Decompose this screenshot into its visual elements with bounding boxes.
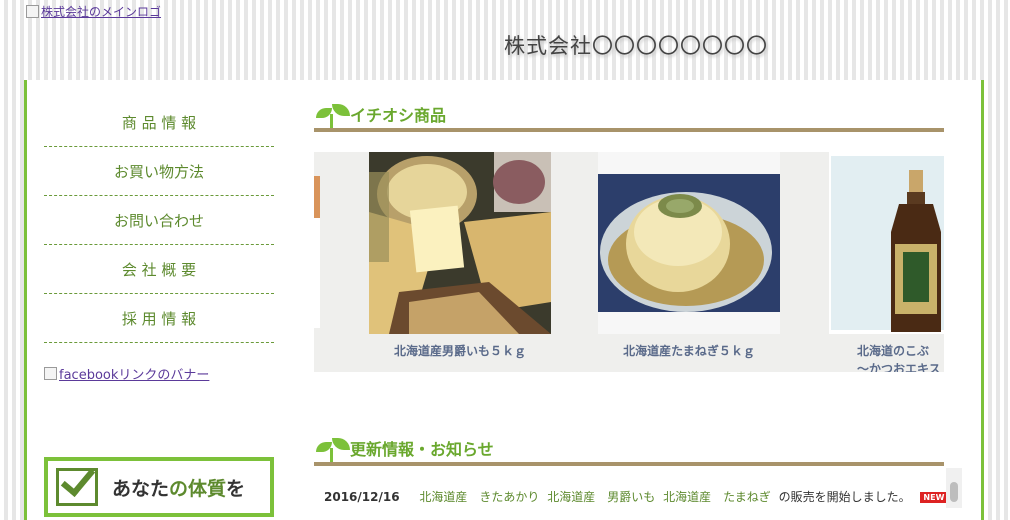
product-photo-kombu[interactable]: [829, 152, 944, 334]
news-link-danshaku[interactable]: 北海道産 男爵いも: [547, 490, 655, 504]
broken-image-icon: [26, 5, 39, 18]
featured-heading: イチオシ商品: [314, 104, 944, 132]
news-link-tamanegi[interactable]: 北海道産 たまねぎ: [663, 490, 771, 504]
news-date: 2016/12/16: [324, 490, 400, 504]
product-card-potato[interactable]: 北海道産男爵いも５ｋｇ: [369, 152, 551, 359]
news-list: 2016/12/16 北海道産 きたあかり 北海道産 男爵いも 北海道産 たまね…: [314, 468, 962, 510]
product-caption[interactable]: 北海道産男爵いも５ｋｇ: [369, 342, 551, 359]
potato-photo-svg: [369, 152, 551, 334]
carousel-edge: [314, 176, 320, 218]
news-text: の販売を開始しました。: [778, 490, 911, 504]
banner-text-part: を: [226, 477, 246, 500]
main-logo[interactable]: 株式会社のメインロゴ: [26, 3, 161, 20]
constitution-check-banner[interactable]: あなたの体質を: [44, 457, 274, 517]
nav-item-products[interactable]: 商 品 情 報: [44, 98, 274, 147]
product-card-onion[interactable]: 北海道産たまねぎ５ｋｇ: [598, 152, 780, 359]
onion-photo-svg: [598, 152, 780, 334]
news-title: 更新情報・お知らせ: [350, 440, 494, 459]
product-caption-line[interactable]: ～かつおエキス: [857, 362, 941, 372]
banner-text-part: あなた: [112, 477, 170, 500]
featured-title: イチオシ商品: [350, 106, 447, 125]
news-heading: 更新情報・お知らせ: [314, 438, 944, 466]
nav-item-company[interactable]: 会 社 概 要: [44, 245, 274, 294]
product-caption[interactable]: 北海道産たまねぎ５ｋｇ: [598, 342, 780, 359]
carousel-edge: [314, 218, 320, 328]
constitution-banner-text: あなたの体質を: [112, 474, 245, 501]
sidebar-nav: 商 品 情 報 お買い物方法 お問い合わせ 会 社 概 要 採 用 情 報: [44, 98, 274, 343]
site-title: 株式会社〇〇〇〇〇〇〇〇: [504, 34, 768, 58]
product-caption[interactable]: 北海道のこぶ ～かつおエキス: [829, 342, 944, 372]
nav-item-contact[interactable]: お問い合わせ: [44, 196, 274, 245]
featured-carousel: 北海道産男爵いも５ｋｇ 北海道産たまねぎ５ｋｇ 北海道のこぶ ～かつおエキス: [314, 152, 944, 372]
news-scrollbar[interactable]: [946, 468, 962, 508]
banner-text-part: の体質: [169, 477, 227, 500]
checkmark-icon: [56, 468, 98, 506]
news-item: 2016/12/16 北海道産 きたあかり 北海道産 男爵いも 北海道産 たまね…: [324, 488, 948, 505]
new-badge: NEW: [920, 492, 948, 503]
nav-item-how-to-buy[interactable]: お買い物方法: [44, 147, 274, 196]
sprout-icon: [314, 438, 352, 462]
scrollbar-thumb[interactable]: [950, 482, 958, 502]
news-link-kitaakari[interactable]: 北海道産 きたあかり: [419, 490, 539, 504]
facebook-banner-alt: facebookリンクのバナー: [59, 368, 210, 383]
logo-alt-text: 株式会社のメインロゴ: [41, 5, 162, 19]
product-caption-line[interactable]: 北海道のこぶ: [857, 344, 929, 358]
product-photo-potato[interactable]: [369, 152, 551, 334]
kombu-photo-svg: [829, 152, 944, 334]
product-card-kombu[interactable]: 北海道のこぶ ～かつおエキス: [829, 152, 944, 372]
facebook-banner-link[interactable]: facebookリンクのバナー: [44, 364, 209, 383]
broken-image-icon: [44, 367, 57, 380]
nav-item-recruit[interactable]: 採 用 情 報: [44, 294, 274, 343]
sprout-icon: [314, 104, 352, 128]
product-photo-onion[interactable]: [598, 152, 780, 334]
